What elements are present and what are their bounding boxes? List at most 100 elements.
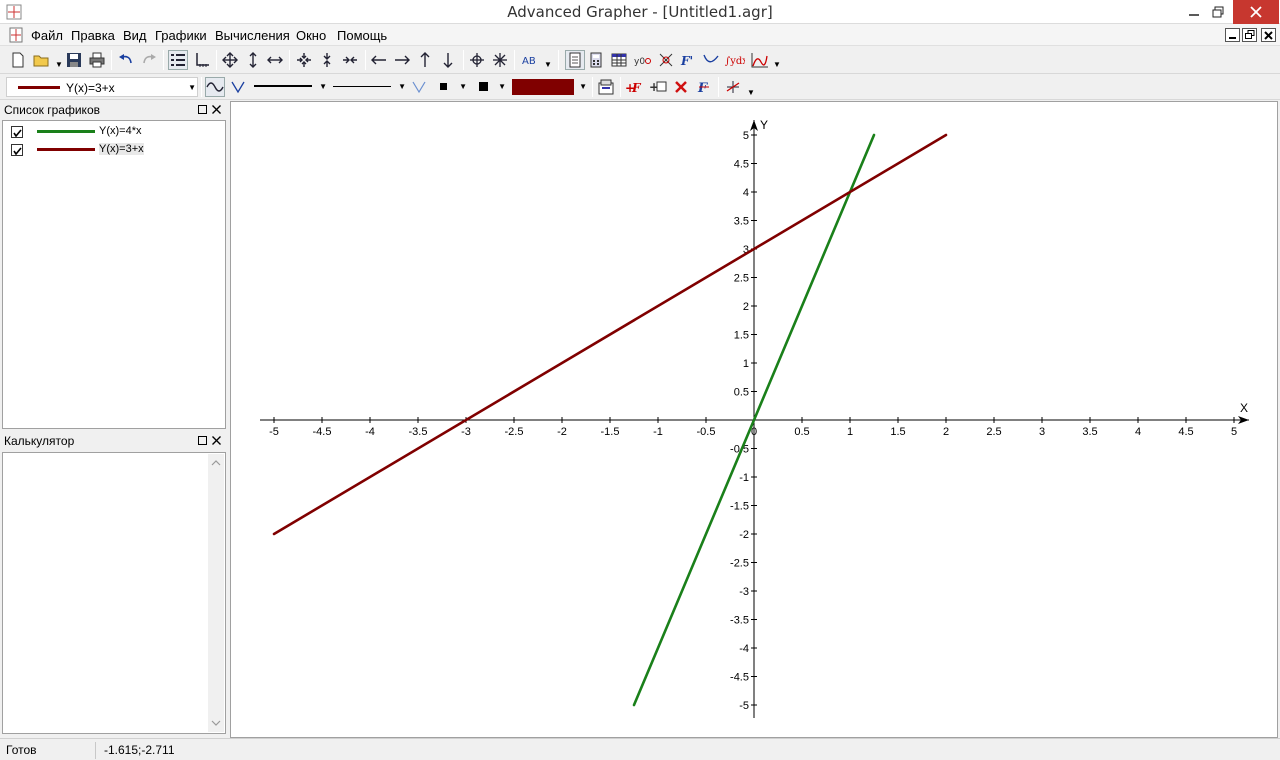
undo-button[interactable] — [116, 50, 136, 70]
trace-button[interactable] — [723, 77, 743, 97]
scroll-up-button[interactable] — [415, 50, 435, 70]
y-axis-label: Y — [760, 118, 768, 132]
statistics-dropdown-icon[interactable]: ▼ — [773, 60, 781, 69]
print-button[interactable] — [87, 50, 107, 70]
properties-icon — [598, 79, 614, 95]
panel-close-icon[interactable] — [211, 104, 222, 115]
trace-dropdown-icon[interactable]: ▼ — [747, 88, 755, 97]
x-tick-label: -3.5 — [409, 426, 428, 438]
panel-float-icon[interactable] — [197, 104, 208, 115]
calculator-input[interactable] — [2, 452, 226, 734]
graph-list-item[interactable]: Y(x)=3+x — [9, 142, 209, 158]
graph-select-swatch — [18, 86, 60, 89]
panel-close-icon[interactable] — [211, 435, 222, 446]
marker-style-button[interactable] — [409, 77, 429, 97]
mdi-close-button[interactable] — [1261, 28, 1276, 42]
sine-wave-icon — [206, 82, 224, 92]
y-tick-label: 4 — [743, 187, 749, 199]
mdi-minimize-button[interactable] — [1225, 28, 1240, 42]
menu-graphs[interactable]: Графики — [155, 28, 207, 43]
graph-list-header: Список графиков — [0, 101, 228, 119]
snowflake-button[interactable] — [490, 50, 510, 70]
add-table-button[interactable]: + — [648, 77, 668, 97]
marker-size-select[interactable]: ▼ — [473, 77, 507, 97]
labels-button[interactable]: AB — [519, 50, 543, 70]
derivative-button[interactable]: F' — [679, 50, 699, 70]
y-tick-label: 0.5 — [734, 387, 749, 399]
crosshair-button[interactable] — [467, 50, 487, 70]
x-tick-label: -1 — [653, 426, 663, 438]
menu-calculations[interactable]: Вычисления — [215, 28, 290, 43]
graph-plot[interactable]: XY-5 -4.5 -4 -3.5 -3 -2.5 -2 -1.5 -1 -0.5 0 0.5 1 1.5… — [231, 102, 1277, 737]
menu-window[interactable]: Окно — [296, 28, 326, 43]
labels-dropdown-icon[interactable]: ▼ — [544, 60, 552, 69]
menu-edit[interactable]: Правка — [71, 28, 115, 43]
line-width-select[interactable]: ▼ — [331, 77, 407, 97]
pan-horizontal-button[interactable] — [265, 50, 285, 70]
document-view-button[interactable] — [565, 50, 585, 70]
open-button[interactable] — [32, 50, 52, 70]
marker-select[interactable]: ▼ — [434, 77, 468, 97]
menu-file[interactable]: Файл — [31, 28, 63, 43]
vertical-arrows-icon — [249, 52, 257, 68]
open-dropdown-icon[interactable]: ▼ — [55, 60, 63, 69]
line-style-select[interactable]: ▼ — [252, 77, 328, 97]
scroll-down-icon[interactable] — [208, 716, 224, 730]
tangent-button[interactable] — [701, 50, 721, 70]
scroll-down-button[interactable] — [438, 50, 458, 70]
integral-button[interactable]: ∫ydx — [725, 50, 745, 70]
zoom-horizontal-button[interactable] — [340, 50, 360, 70]
graph-list-item[interactable]: Y(x)=4*x — [9, 124, 209, 140]
list-icon — [171, 54, 185, 66]
pan-button[interactable] — [220, 50, 240, 70]
line-style-smooth-button[interactable] — [205, 77, 225, 97]
close-icon — [1250, 6, 1262, 18]
close-icon — [1264, 30, 1273, 40]
mdi-restore-button[interactable] — [1242, 28, 1257, 42]
table-button[interactable] — [609, 50, 629, 70]
status-bar: Готов -1.615;-2.711 — [0, 738, 1280, 760]
graph-label: Y(x)=3+x — [99, 143, 144, 155]
new-button[interactable] — [8, 50, 28, 70]
panel-float-icon[interactable] — [197, 435, 208, 446]
line-style-break-button[interactable] — [228, 77, 248, 97]
edit-graph-button[interactable]: F — [694, 77, 714, 97]
axes-button[interactable] — [192, 50, 212, 70]
graph-visible-checkbox[interactable] — [11, 126, 23, 138]
pan-vertical-button[interactable] — [243, 50, 263, 70]
printer-icon — [89, 52, 105, 68]
x-tick-label: 4.5 — [1178, 426, 1193, 438]
v-shape-icon — [412, 81, 426, 94]
graph-plot-area[interactable]: X Y -5 -4.5 -4 -3.5 -3 -2.5 -2 -1.5 -1 -0.5 0 0.5 1 1.5… — [230, 101, 1278, 738]
calculator-button[interactable] — [586, 50, 606, 70]
scroll-up-icon[interactable] — [208, 456, 224, 470]
graph-properties-button[interactable] — [596, 77, 616, 97]
document-icon[interactable] — [8, 27, 24, 43]
undo-icon — [119, 54, 132, 64]
graph-list-toggle[interactable] — [168, 50, 188, 70]
intersections-button[interactable] — [656, 50, 676, 70]
y-tick-label: 2 — [743, 301, 749, 313]
statistics-button[interactable] — [750, 50, 770, 70]
redo-button[interactable] — [139, 50, 159, 70]
color-select[interactable]: ▼ — [510, 77, 588, 97]
calculator-scrollbar[interactable] — [208, 454, 224, 732]
save-button[interactable] — [64, 50, 84, 70]
restore-button[interactable] — [1201, 0, 1235, 24]
snowflake-icon — [493, 53, 507, 67]
y-tick-label: 3.5 — [734, 216, 749, 228]
close-button[interactable] — [1233, 0, 1279, 24]
scroll-left-button[interactable] — [369, 50, 389, 70]
redo-icon — [143, 54, 156, 64]
zoom-in-button[interactable] — [294, 50, 314, 70]
graph-select[interactable]: Y(x)=3+x ▼ — [6, 77, 198, 97]
x-tick-label: -3 — [461, 426, 471, 438]
menu-view[interactable]: Вид — [123, 28, 147, 43]
roots-button[interactable]: y0 — [633, 50, 653, 70]
menu-help[interactable]: Помощь — [337, 28, 387, 43]
zoom-vertical-button[interactable] — [317, 50, 337, 70]
delete-graph-button[interactable] — [671, 77, 691, 97]
scroll-right-button[interactable] — [392, 50, 412, 70]
graph-visible-checkbox[interactable] — [11, 144, 23, 156]
add-graph-button[interactable]: + F — [624, 77, 644, 97]
